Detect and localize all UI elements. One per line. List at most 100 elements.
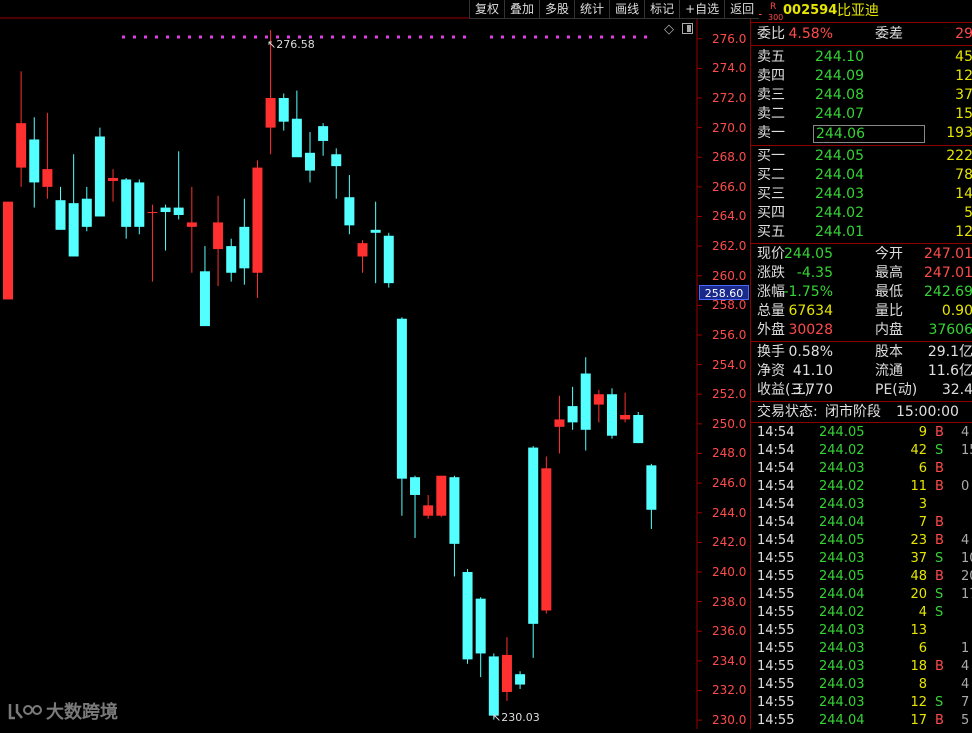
tick-time-11: 14:55	[757, 623, 795, 638]
high-arrow-icon: ↖	[267, 38, 277, 51]
tick-vol-8: 48	[910, 569, 927, 584]
tick-price-11: 244.03	[819, 623, 865, 638]
stock-header: L R 300 002594 比亚迪	[751, 0, 972, 23]
candle-body-8	[108, 177, 119, 181]
tick-dir-15: S	[935, 695, 944, 710]
tick-row-5[interactable]: 14:54 244.04 7 B	[751, 514, 972, 532]
tick-time-12: 14:55	[757, 641, 795, 656]
candle-body-30	[396, 318, 407, 479]
toolbar-button-6[interactable]: +自选	[679, 0, 725, 19]
ask-price-4: 244.06	[813, 125, 925, 143]
high-annotation-value: 276.58	[276, 38, 315, 51]
tick-row-12[interactable]: 14:55 244.03 6 1	[751, 640, 972, 658]
tick-row-15[interactable]: 14:55 244.03 12 S 7	[751, 694, 972, 712]
tick-dir-7: S	[935, 551, 944, 566]
tick-vol-7: 37	[910, 551, 927, 566]
diamond-icon[interactable]: ◇	[664, 22, 674, 37]
bid-label-3: 买四	[757, 205, 785, 221]
toolbar-button-2[interactable]: 多股	[539, 0, 575, 19]
candle-body-33	[436, 475, 447, 516]
tick-time-15: 14:55	[757, 695, 795, 710]
toolbar-button-3[interactable]: 统计	[574, 0, 610, 19]
bid-row-1: 买二 244.04 78	[751, 166, 972, 185]
logo-text: 大数跨境	[46, 702, 118, 723]
tick-price-2: 244.03	[819, 461, 865, 476]
tick-row-6[interactable]: 14:54 244.05 23 B 4	[751, 532, 972, 550]
candle-body-3	[42, 169, 53, 187]
tick-extra-12: 1	[961, 641, 970, 656]
toolbar-button-7[interactable]: 返回	[724, 0, 760, 19]
candle-body-34	[449, 477, 460, 544]
tick-dir-0: B	[935, 425, 944, 440]
tick-vol-14: 8	[918, 677, 927, 692]
stat-value-a-4: 30028	[788, 322, 833, 338]
stat-label-b-0: 今开	[875, 246, 903, 262]
toolbar-button-0[interactable]: 复权	[469, 0, 505, 19]
candle-body-14	[186, 222, 197, 227]
tick-row-11[interactable]: 14:55 244.03 13	[751, 622, 972, 640]
tick-row-14[interactable]: 14:55 244.03 8 4	[751, 676, 972, 694]
stat-value-a-3: 67634	[788, 303, 833, 319]
bid-vol-1: 78	[955, 167, 972, 183]
tick-extra-1: 15	[961, 443, 972, 458]
stat-value-b-4: 37606	[928, 322, 972, 338]
y-tick-label-21: 234.0	[712, 653, 747, 668]
tick-row-8[interactable]: 14:55 244.05 48 B 20	[751, 568, 972, 586]
tick-vol-13: 18	[910, 659, 927, 674]
bid-vol-3: 5	[964, 204, 972, 223]
weicha-value: 29	[955, 26, 972, 42]
candle-body-19	[252, 167, 263, 273]
tick-row-3[interactable]: 14:54 244.02 11 B 0	[751, 478, 972, 496]
tick-price-14: 244.03	[819, 677, 865, 692]
tick-row-4[interactable]: 14:54 244.03 3	[751, 496, 972, 514]
toolbar-button-5[interactable]: 标记	[644, 0, 680, 19]
stat-label-a-3: 总量	[757, 303, 785, 319]
candle-body-20	[265, 97, 276, 128]
y-tick-label-12: 252.0	[712, 387, 747, 402]
tick-row-0[interactable]: 14:54 244.05 9 B 4	[751, 424, 972, 442]
stat-value-b-1: 247.01	[924, 265, 972, 281]
ask-row-1: 卖四 244.09 12	[751, 67, 972, 86]
price-marker: 258.60	[699, 285, 749, 300]
tick-dir-9: S	[935, 587, 944, 602]
y-tick-label-19: 238.0	[712, 594, 747, 609]
status-value: 闭市阶段	[825, 404, 881, 420]
stat-label-b-2: 最低	[875, 284, 903, 300]
stat-value-a-2: -1.75%	[783, 284, 833, 300]
stat2-row-2: 收益(三) 3.770 PE(动) 32.4	[751, 381, 972, 400]
candle-body-35	[462, 571, 473, 660]
tick-row-10[interactable]: 14:55 244.02 4 S	[751, 604, 972, 622]
tick-row-13[interactable]: 14:55 244.03 18 B 4	[751, 658, 972, 676]
toolbar-button-1[interactable]: 叠加	[504, 0, 540, 19]
ask-book: 卖五 244.10 45 卖四 244.09 12 卖三 244.08 37 卖二 244.07 15…	[751, 46, 972, 146]
tick-row-9[interactable]: 14:55 244.04 20 S 17	[751, 586, 972, 604]
candle-body-6	[81, 198, 92, 227]
tick-extra-9: 17	[961, 587, 972, 602]
tick-row-2[interactable]: 14:54 244.03 6 B	[751, 460, 972, 478]
tick-row-7[interactable]: 14:55 244.03 37 S 10	[751, 550, 972, 568]
toolbar-button-4[interactable]: 画线	[609, 0, 645, 19]
tick-list[interactable]: 14:54244.059B414:54244.0242S1514:54244.0…	[751, 423, 972, 729]
tick-row-16[interactable]: 14:55 244.04 17 B 5	[751, 712, 972, 729]
candle-body-36	[475, 598, 486, 654]
y-tick-label-16: 244.0	[712, 505, 747, 520]
candle-body-16	[213, 222, 224, 250]
candle-body-5	[68, 203, 79, 257]
tick-time-3: 14:54	[757, 479, 795, 494]
window-toggle-icon[interactable]	[682, 23, 693, 34]
tick-row-1[interactable]: 14:54 244.02 42 S 15	[751, 442, 972, 460]
y-tick-label-17: 242.0	[712, 535, 747, 550]
stat-label-b-3: 量比	[875, 303, 903, 319]
stat2-row-0: 换手 0.58% 股本 29.1亿	[751, 343, 972, 362]
trade-status-row: 交易状态: 闭市阶段 15:00:00	[751, 402, 972, 423]
candle-body-1	[16, 123, 27, 168]
tick-vol-3: 11	[910, 479, 927, 494]
quote-stats: 现价 244.05 今开 247.01 涨跌 -4.35 最高 247.01 涨幅 -1.75% 最…	[751, 244, 972, 342]
tick-vol-10: 4	[918, 605, 927, 620]
tick-extra-16: 5	[961, 713, 970, 728]
tick-time-2: 14:54	[757, 461, 795, 476]
ask-vol-4: 193	[946, 125, 972, 141]
tick-dir-6: B	[935, 533, 944, 548]
candlestick-chart[interactable]: 276.0 274.0 272.0 270.0 268.0 266.0 264.0 262.0…	[0, 0, 750, 729]
high-annotation: ↖276.58	[267, 38, 315, 51]
